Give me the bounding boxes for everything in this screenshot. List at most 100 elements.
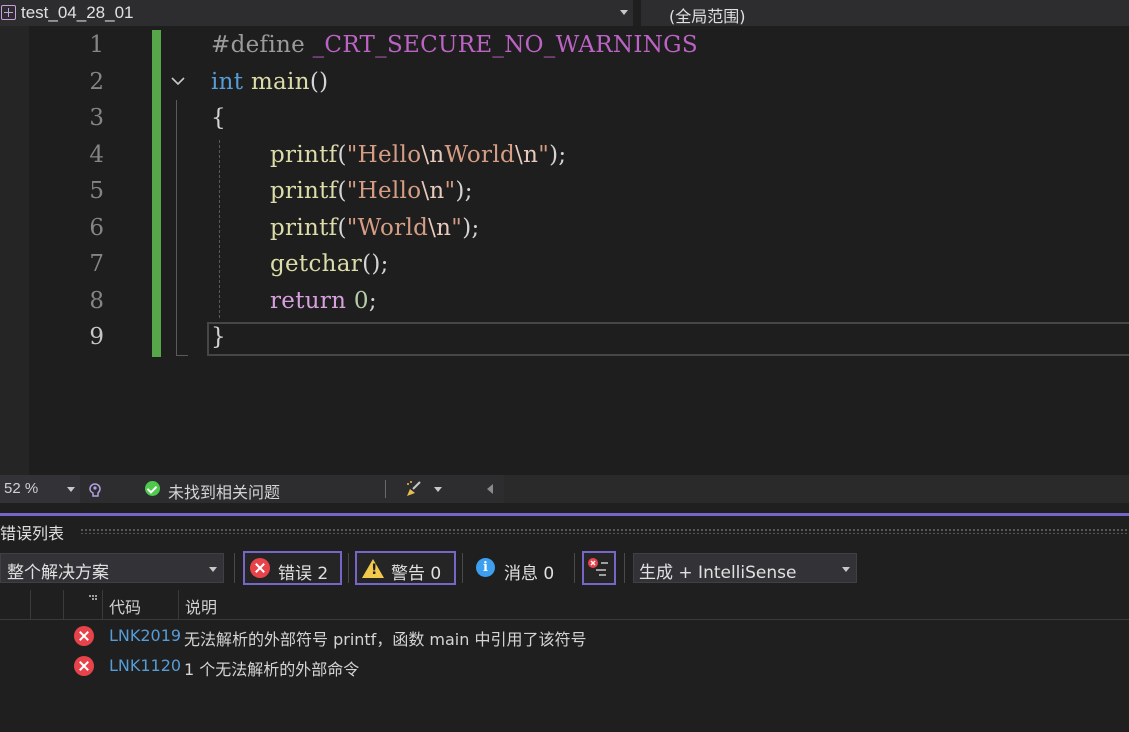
punctuation: ;	[368, 288, 377, 314]
error-row[interactable]: LNK2019 无法解析的外部符号 printf，函数 main 中引用了该符号	[0, 622, 1129, 652]
zoom-dropdown[interactable]: 52 %	[0, 475, 80, 503]
fold-region-line	[176, 100, 177, 356]
code-editor[interactable]: 1 2 3 4 5 6 7 8 9 #define _CRT_SECURE_NO…	[0, 26, 1129, 475]
punctuation: (	[337, 178, 347, 204]
code-line-6[interactable]: printf("World\n");	[270, 215, 480, 241]
navigation-bar: test_04_28_01 (全局范围)	[0, 0, 1129, 26]
string-quote: "	[538, 142, 550, 168]
info-icon: i	[476, 558, 495, 577]
separator	[234, 553, 235, 583]
punctuation: {	[211, 105, 226, 131]
error-code-link[interactable]: LNK1120	[109, 656, 181, 675]
warning-exclamation: !	[371, 562, 378, 578]
error-list-panel: 错误列表 整个解决方案 错误 2 ! 警告 0 i 消息 0 生成 + Inte…	[0, 516, 1129, 732]
errors-filter-button[interactable]: 错误 2	[243, 551, 342, 585]
string-text: Hello	[357, 178, 422, 204]
separator	[385, 480, 386, 498]
code-line-7[interactable]: getchar();	[270, 251, 389, 277]
check-circle-icon	[145, 481, 160, 496]
string-text: World	[357, 215, 429, 241]
function-name: printf	[270, 142, 338, 168]
project-name: test_04_28_01	[21, 3, 134, 22]
string-quote: "	[451, 215, 463, 241]
column-separator	[30, 590, 31, 620]
code-line-9[interactable]: }	[211, 324, 226, 350]
code-line-2[interactable]: int main()	[211, 69, 328, 95]
keyword: int	[211, 69, 244, 95]
column-header-description[interactable]: 说明	[185, 594, 217, 618]
scope-filter-dropdown[interactable]: 整个解决方案	[0, 553, 224, 583]
project-dropdown[interactable]: test_04_28_01	[0, 0, 633, 26]
filter-icon[interactable]	[582, 551, 616, 585]
separator	[348, 553, 349, 583]
preprocessor-directive: #define	[211, 32, 313, 58]
column-separator	[63, 590, 64, 620]
chevron-down-icon	[842, 567, 850, 572]
errors-count-label: 错误 2	[278, 564, 329, 584]
fold-region-end	[176, 355, 188, 356]
punctuation: );	[455, 178, 473, 204]
escape-sequence: \n	[421, 178, 445, 204]
change-tracking-bar	[152, 30, 161, 357]
issues-status[interactable]: 未找到相关问题	[168, 479, 280, 503]
function-name: main	[250, 69, 310, 95]
source-filter-value: 生成 + IntelliSense	[639, 563, 797, 583]
separator	[624, 553, 625, 583]
horizontal-scrollbar[interactable]	[504, 475, 1129, 503]
line-number: 2	[89, 69, 104, 95]
code-line-3[interactable]: {	[211, 105, 226, 131]
indicator-margin	[0, 26, 29, 475]
punctuation: }	[211, 324, 226, 350]
string-text: Hello	[357, 142, 422, 168]
error-description: 1 个无法解析的外部命令	[184, 660, 360, 679]
messages-filter-button[interactable]: i 消息 0	[468, 551, 568, 585]
panel-title: 错误列表	[0, 524, 65, 543]
intellicode-icon[interactable]	[86, 480, 104, 498]
number-literal: 0	[353, 288, 369, 314]
line-number: 7	[89, 251, 104, 277]
panel-drag-grip[interactable]	[80, 528, 1129, 534]
function-name: printf	[270, 215, 338, 241]
code-line-4[interactable]: printf("Hello\nWorld\n");	[270, 142, 566, 168]
punctuation: (	[337, 142, 347, 168]
warnings-filter-button[interactable]: ! 警告 0	[355, 551, 456, 585]
punctuation: ();	[362, 251, 389, 277]
error-code-link[interactable]: LNK2019	[109, 626, 181, 645]
string-text: World	[444, 142, 516, 168]
string-quote: "	[346, 178, 358, 204]
error-description: 无法解析的外部符号 printf，函数 main 中引用了该符号	[184, 630, 587, 649]
source-filter-dropdown[interactable]: 生成 + IntelliSense	[633, 553, 857, 583]
punctuation: (	[337, 215, 347, 241]
code-cleanup-brush-icon[interactable]	[404, 479, 426, 499]
scope-filter-value: 整个解决方案	[7, 563, 109, 583]
string-quote: "	[346, 142, 358, 168]
scope-name: (全局范围)	[669, 7, 746, 26]
zoom-level: 52 %	[4, 480, 39, 497]
line-number: 8	[89, 288, 104, 314]
separator	[574, 553, 575, 583]
code-line-8[interactable]: return 0;	[270, 288, 377, 314]
messages-count-label: 消息 0	[504, 564, 555, 584]
line-number-current: 9	[89, 324, 104, 350]
fold-icon[interactable]	[170, 73, 186, 89]
code-line-1[interactable]: #define _CRT_SECURE_NO_WARNINGS	[211, 32, 698, 58]
error-list-header: 代码 说明	[0, 590, 1129, 620]
chevron-down-icon	[620, 10, 628, 15]
chevron-down-icon	[209, 567, 217, 572]
line-number: 6	[89, 215, 104, 241]
error-row[interactable]: LNK1120 1 个无法解析的外部命令	[0, 652, 1129, 682]
code-line-5[interactable]: printf("Hello\n");	[270, 178, 473, 204]
chevron-down-icon[interactable]	[434, 487, 442, 492]
column-separator	[102, 590, 103, 620]
scroll-left-icon[interactable]	[487, 484, 493, 494]
separator	[462, 553, 463, 583]
column-header-code[interactable]: 代码	[109, 594, 141, 618]
error-icon	[74, 656, 94, 676]
line-number: 3	[89, 105, 104, 131]
punctuation: );	[462, 215, 480, 241]
error-icon	[74, 626, 94, 646]
error-icon	[250, 558, 270, 578]
sort-indicator-icon[interactable]	[88, 594, 98, 602]
indent-guide	[219, 140, 220, 318]
function-name: printf	[270, 178, 338, 204]
